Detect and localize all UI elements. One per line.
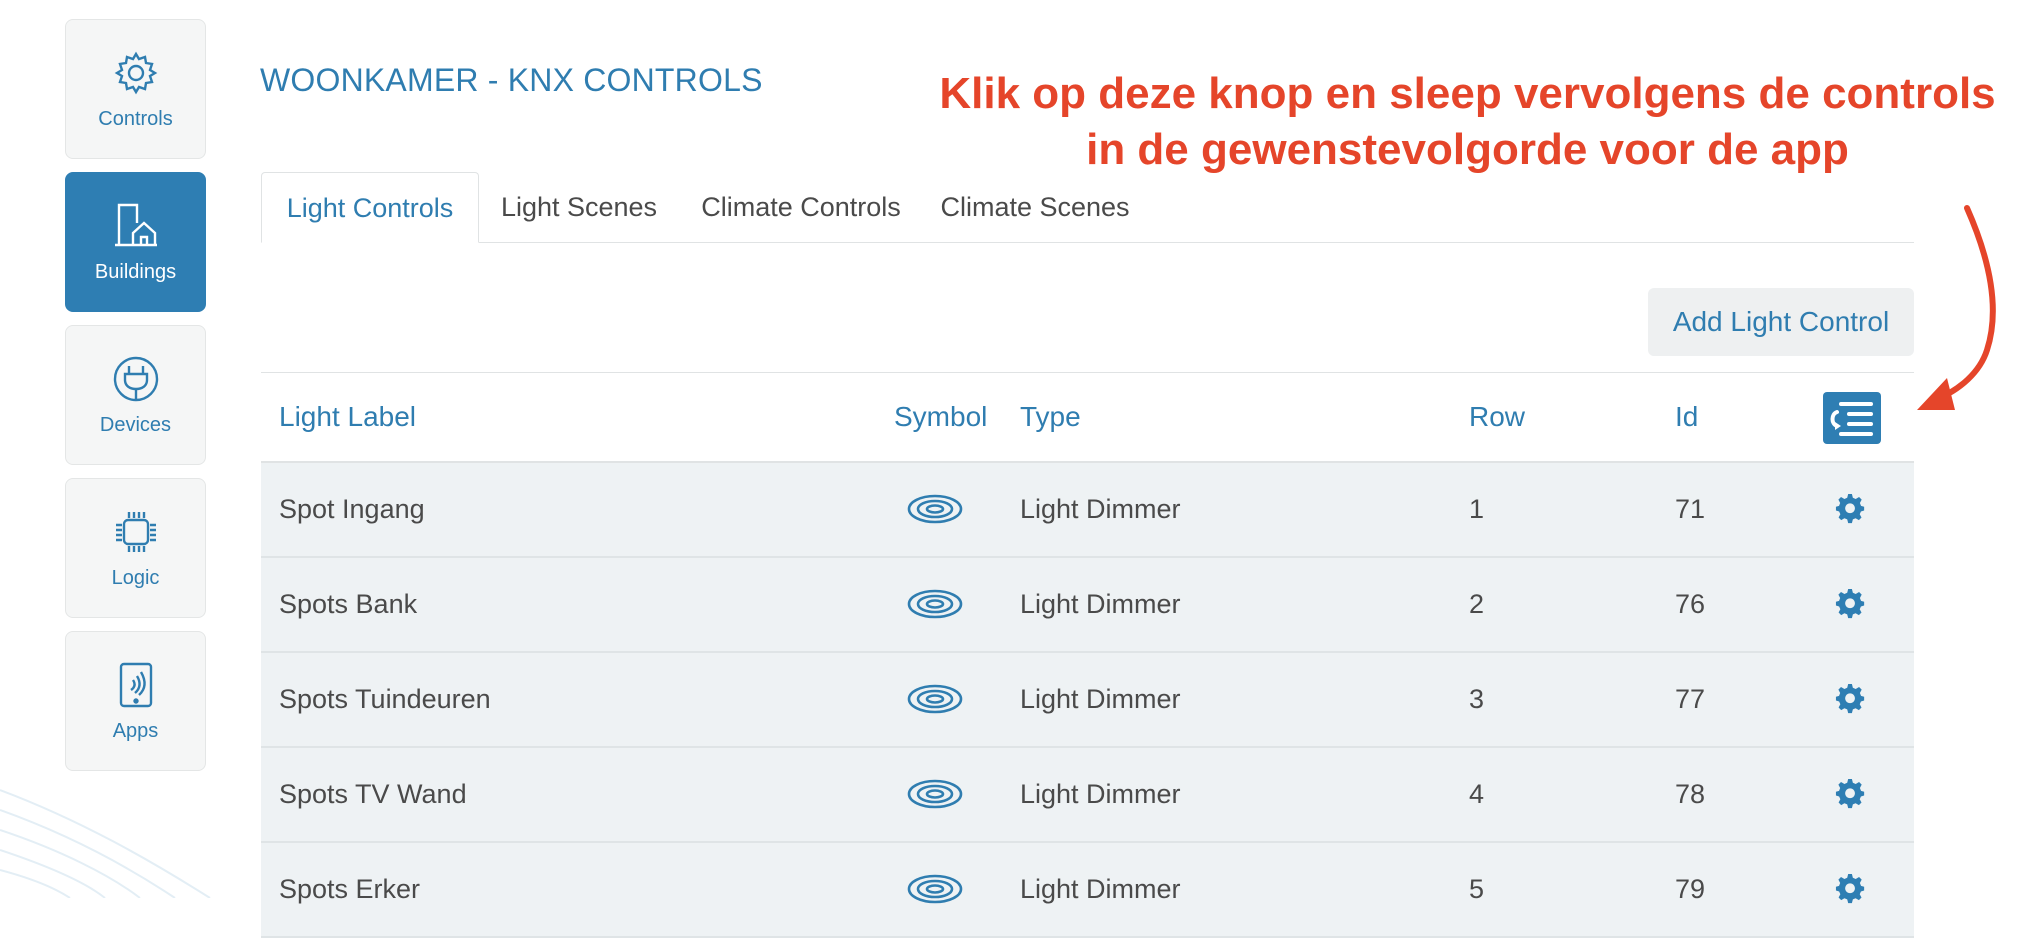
tab-bar: Light Controls Light Scenes Climate Cont… — [261, 172, 1914, 243]
sidebar-item-logic[interactable]: Logic — [65, 478, 206, 618]
table-header: Light Label Symbol Type Row Id — [261, 372, 1914, 463]
sidebar-item-label: Buildings — [94, 260, 177, 283]
light-dimmer-symbol-icon — [907, 494, 963, 524]
sidebar-item-controls[interactable]: Controls — [65, 19, 206, 159]
settings-gear-icon[interactable] — [1835, 779, 1865, 809]
light-dimmer-symbol-icon — [907, 589, 963, 619]
column-header-row[interactable]: Row — [1469, 373, 1525, 461]
annotation-arrow-icon — [1917, 205, 1996, 410]
cell-type: Light Dimmer — [1020, 589, 1181, 619]
cell-type: Light Dimmer — [1020, 684, 1181, 714]
cell-light-label: Spots Tuindeuren — [279, 684, 491, 714]
cell-row: 2 — [1469, 589, 1485, 619]
light-controls-table: Light Label Symbol Type Row Id Spot Inga… — [261, 372, 1914, 938]
sidebar-item-devices[interactable]: Devices — [65, 325, 206, 465]
cell-id: 78 — [1675, 779, 1706, 809]
light-dimmer-symbol-icon — [907, 684, 963, 714]
cell-type: Light Dimmer — [1020, 874, 1181, 904]
table-row[interactable]: Spots Erker Light Dimmer 5 79 — [261, 843, 1914, 938]
cell-id: 77 — [1675, 684, 1706, 714]
tab-climate-controls[interactable]: Climate Controls — [679, 172, 923, 242]
cell-light-label: Spots Erker — [279, 874, 421, 904]
instruction-annotation: Klik op deze knop en sleep vervolgens de… — [905, 66, 2030, 178]
add-light-control-button[interactable]: Add Light Control — [1648, 288, 1914, 356]
page-title: WOONKAMER - KNX CONTROLS — [260, 62, 763, 98]
cell-light-label: Spot Ingang — [279, 494, 425, 524]
cell-type: Light Dimmer — [1020, 494, 1181, 524]
column-header-type[interactable]: Type — [1020, 373, 1081, 461]
tab-light-scenes[interactable]: Light Scenes — [479, 172, 679, 242]
table-row[interactable]: Spots TV Wand Light Dimmer 4 78 — [261, 748, 1914, 843]
chip-icon — [115, 511, 156, 552]
cell-row: 5 — [1469, 874, 1485, 904]
cell-id: 79 — [1675, 874, 1706, 904]
column-header-light-label[interactable]: Light Label — [279, 373, 416, 461]
cell-row: 1 — [1469, 494, 1485, 524]
sidebar-item-label: Devices — [99, 413, 172, 436]
cell-row: 3 — [1469, 684, 1485, 714]
gear-icon — [114, 51, 157, 94]
cell-light-label: Spots TV Wand — [279, 779, 467, 809]
reorder-list-icon — [1830, 402, 1873, 436]
tab-light-controls[interactable]: Light Controls — [261, 172, 479, 243]
annotation-line: in de gewenstevolgorde voor de app — [1086, 125, 1849, 174]
settings-gear-icon[interactable] — [1835, 589, 1865, 619]
cell-type: Light Dimmer — [1020, 779, 1181, 809]
sidebar-item-label: Logic — [111, 566, 160, 589]
cell-id: 76 — [1675, 589, 1706, 619]
plug-icon — [113, 356, 158, 401]
cell-light-label: Spots Bank — [279, 589, 418, 619]
column-header-id[interactable]: Id — [1675, 373, 1698, 461]
settings-gear-icon[interactable] — [1835, 684, 1865, 714]
settings-gear-icon[interactable] — [1835, 494, 1865, 524]
sidebar-item-apps[interactable]: Apps — [65, 631, 206, 771]
sidebar-item-label: Controls — [98, 107, 173, 130]
light-dimmer-symbol-icon — [907, 874, 963, 904]
cell-id: 71 — [1675, 494, 1706, 524]
table-row[interactable]: Spots Tuindeuren Light Dimmer 3 77 — [261, 653, 1914, 748]
column-header-symbol[interactable]: Symbol — [894, 373, 987, 461]
light-dimmer-symbol-icon — [907, 779, 963, 809]
reorder-button[interactable] — [1823, 392, 1881, 444]
settings-gear-icon[interactable] — [1835, 874, 1865, 904]
building-icon — [114, 203, 157, 246]
cell-row: 4 — [1469, 779, 1485, 809]
sidebar-item-buildings[interactable]: Buildings — [65, 172, 206, 312]
sidebar-item-label: Apps — [112, 719, 159, 742]
annotation-line: Klik op deze knop en sleep vervolgens de… — [939, 69, 1996, 118]
table-row[interactable]: Spot Ingang Light Dimmer 1 71 — [261, 463, 1914, 558]
tab-climate-scenes[interactable]: Climate Scenes — [923, 172, 1147, 242]
tablet-icon — [119, 662, 152, 707]
table-row[interactable]: Spots Bank Light Dimmer 2 76 — [261, 558, 1914, 653]
